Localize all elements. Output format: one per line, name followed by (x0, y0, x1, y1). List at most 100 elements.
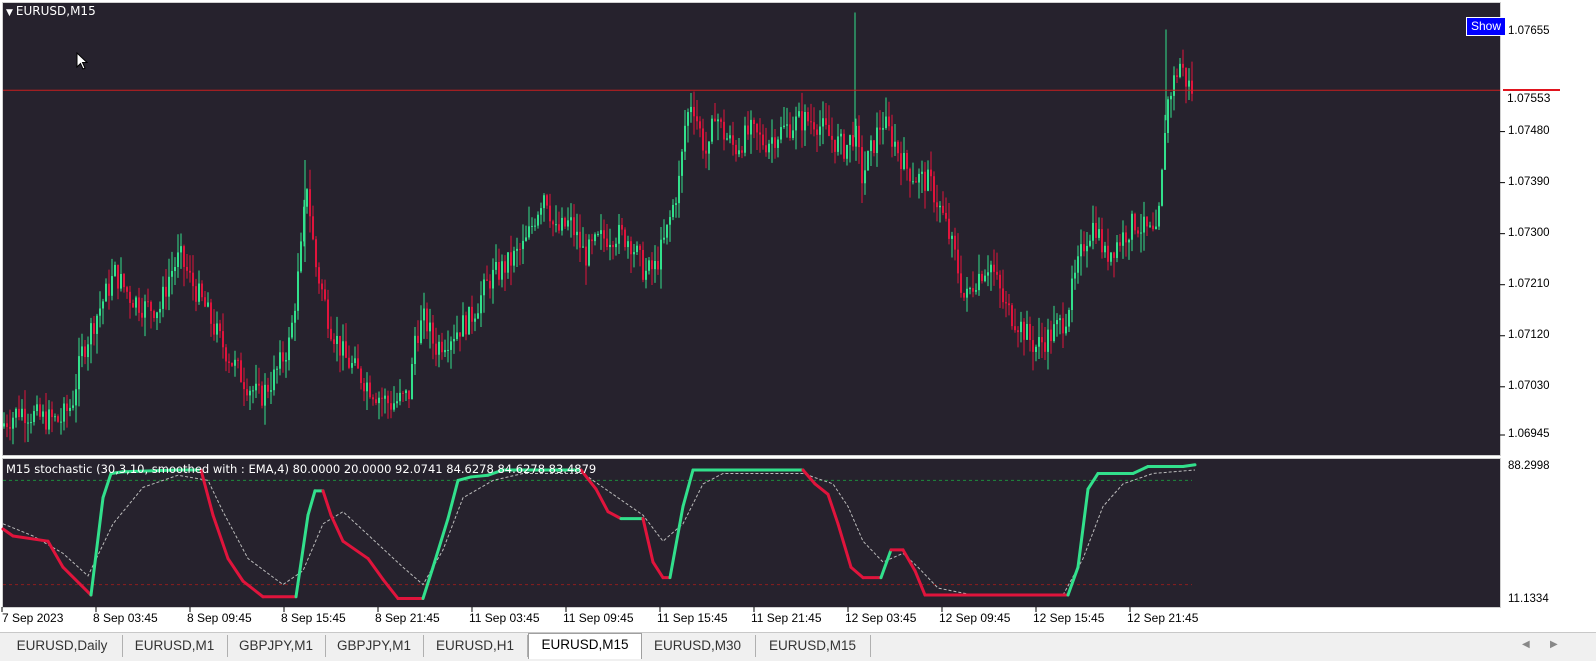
candle-body (897, 141, 899, 154)
candle-body (945, 212, 947, 219)
chart-tab[interactable]: EURUSD,M1 (122, 635, 228, 657)
candle-body (330, 328, 332, 340)
candle-body (132, 302, 134, 308)
time-label: 8 Sep 15:45 (281, 611, 346, 625)
candle-body (1119, 242, 1121, 246)
candle-body (402, 392, 404, 394)
candle-body (552, 221, 554, 225)
stochastic-segment (836, 522, 853, 569)
candle-body (408, 390, 410, 400)
stochastic-segment (1066, 565, 1080, 597)
candle-body (642, 249, 644, 280)
chart-tab-bar: EURUSD,Daily EURUSD,M1 GBPJPY,M1 GBPJPY,M1 E… (0, 632, 1596, 661)
candle-body (672, 204, 674, 218)
candle-body (69, 407, 71, 411)
candle-body (1065, 326, 1067, 334)
candle-body (207, 302, 209, 307)
chart-tab[interactable]: GBPJPY,M1 (325, 635, 424, 657)
chart-tab[interactable]: GBPJPY,M1 (227, 635, 326, 657)
candle-body (249, 390, 251, 396)
candle-body (9, 427, 11, 429)
candle-body (1002, 288, 1004, 303)
candle-body (309, 189, 311, 217)
candle-body (345, 341, 347, 358)
candle-body (483, 279, 485, 296)
candle-body (453, 338, 455, 342)
stochastic-segment (446, 478, 460, 521)
stochastic-segment (431, 517, 450, 569)
chart-tab[interactable]: EURUSD,H1 (423, 635, 528, 657)
candle-body (600, 230, 602, 234)
candle-body (510, 252, 512, 266)
candle-body (1179, 63, 1181, 77)
candle-body (810, 121, 812, 123)
candle-body (723, 121, 725, 140)
candle-body (894, 141, 896, 147)
candle-body (264, 384, 266, 406)
candle-body (630, 241, 632, 255)
candle-body (906, 152, 908, 169)
candle-body (783, 125, 785, 128)
show-button[interactable]: Show (1466, 17, 1507, 36)
tab-scroll-right-icon[interactable]: ▶ (1550, 639, 1558, 650)
candle-body (573, 217, 575, 236)
candle-body (960, 273, 962, 293)
candle-body (693, 106, 695, 117)
candle-body (540, 208, 542, 215)
candle-body (735, 144, 737, 155)
candle-body (255, 383, 257, 391)
candle-body (1140, 232, 1142, 234)
time-label: 7 Sep 2023 (2, 611, 64, 625)
candle-body (1158, 205, 1160, 227)
candle-body (858, 125, 860, 148)
candle-body (333, 339, 335, 344)
candle-body (987, 272, 989, 276)
tab-scroll-left-icon[interactable]: ◀ (1522, 639, 1530, 650)
candle-body (33, 411, 35, 423)
candle-body (441, 341, 443, 353)
price-label: 1.07655 (1508, 25, 1550, 38)
candle-body (603, 230, 605, 239)
chart-tab[interactable]: EURUSD,M15 (528, 633, 642, 659)
candle-body (822, 118, 824, 127)
price-label: 1.07390 (1508, 175, 1550, 188)
candle-body (654, 260, 656, 270)
candle-body (117, 264, 119, 289)
candle-body (1095, 222, 1097, 238)
candle-body (285, 360, 287, 362)
candle-body (534, 225, 536, 227)
candle-body (24, 408, 26, 424)
candle-body (591, 239, 593, 242)
candle-body (585, 246, 587, 266)
candle-body (150, 301, 152, 311)
candle-body (558, 224, 560, 231)
candle-body (840, 133, 842, 137)
candle-body (846, 144, 848, 159)
stochastic-segment (651, 560, 665, 580)
candle-body (1080, 244, 1082, 257)
candle-body (351, 363, 353, 368)
candle-body (225, 347, 227, 362)
stochastic-segment (879, 548, 893, 580)
candle-body (1086, 245, 1088, 252)
chart-tab[interactable]: EURUSD,M15 (755, 635, 871, 657)
candle-body (261, 385, 263, 406)
chart-tab[interactable]: EURUSD,M30 (640, 635, 756, 657)
candle-body (60, 421, 62, 423)
candle-body (27, 422, 29, 424)
candle-body (561, 217, 563, 231)
candle-body (138, 297, 140, 313)
chart-symbol-label[interactable]: ▼ EURUSD,M15 (6, 4, 96, 18)
candle-body (63, 403, 65, 422)
stochastic-segment (89, 496, 105, 597)
candle-body (963, 292, 965, 298)
candle-body (522, 240, 524, 250)
stochastic-segment (594, 487, 610, 514)
candle-body (15, 408, 17, 418)
candle-body (624, 229, 626, 248)
indicator-label: M15 stochastic (30,3,10, smoothed with :… (6, 462, 597, 476)
candle-body (477, 313, 479, 319)
candle-body (984, 275, 986, 282)
chart-tab[interactable]: EURUSD,Daily (2, 635, 123, 657)
candle-body (525, 237, 527, 241)
